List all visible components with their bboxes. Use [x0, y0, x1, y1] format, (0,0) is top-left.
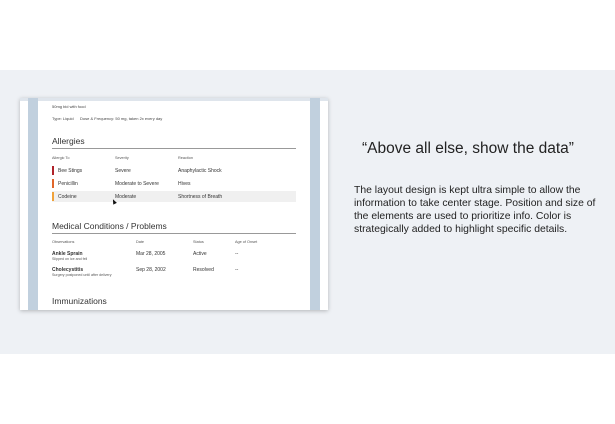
previous-med-instructions: 50mg bid with food [52, 104, 86, 109]
allergy-name: Bee Stings [58, 167, 83, 174]
condition-status: Active [193, 250, 207, 257]
severity-flag-moderate-severe [52, 179, 54, 188]
condition-name: Cholecystitis [52, 266, 84, 273]
allergies-heading: Allergies [52, 136, 85, 146]
condition-name: Ankle Sprain [52, 250, 83, 257]
conditions-rule [52, 233, 296, 234]
allergies-header-severity: Severity [115, 156, 129, 160]
condition-date: Sep 28, 2002 [136, 266, 166, 273]
conditions-header-onset: Age of Onset [235, 240, 258, 244]
severity-flag-moderate [52, 192, 54, 201]
allergies-header-reaction: Reaction [178, 156, 193, 160]
allergies-rule [52, 148, 296, 149]
conditions-header-status: Status [193, 240, 204, 244]
allergy-reaction: Shortness of Breath [178, 193, 223, 200]
conditions-heading: Medical Conditions / Problems [52, 221, 167, 231]
slide-description: The layout design is kept ultra simple t… [354, 185, 596, 235]
allergy-name: Codeine [58, 193, 77, 200]
condition-row[interactable]: Cholecystitis Surgery postponed until af… [52, 264, 296, 280]
condition-note: Slipped on ice and fell [52, 257, 88, 261]
allergy-row[interactable]: Codeine Moderate Shortness of Breath [52, 191, 296, 202]
immunizations-heading: Immunizations [52, 296, 107, 306]
condition-status: Resolved [193, 266, 214, 273]
allergy-name: Penicillin [58, 180, 78, 187]
condition-onset: -- [235, 250, 239, 257]
condition-row[interactable]: Ankle Sprain Slipped on ice and fell Mar… [52, 248, 296, 264]
previous-med-type: Type: Liquid [52, 116, 74, 121]
previous-med-dose: Dose & Frequency: 50 mg, taken 2x every … [80, 116, 163, 121]
severity-flag-severe [52, 166, 54, 175]
allergy-reaction: Anaphylactic Shock [178, 167, 222, 174]
left-rail [28, 98, 38, 310]
allergies-header-allergen: Allergic To [52, 156, 70, 160]
allergy-severity: Severe [115, 167, 131, 174]
conditions-header-observations: Observations [52, 240, 75, 244]
health-record-screenshot: 50mg bid with food Type: Liquid Dose & F… [20, 98, 328, 310]
allergy-reaction: Hives [178, 180, 191, 187]
allergy-row[interactable]: Bee Stings Severe Anaphylactic Shock [52, 165, 296, 176]
condition-date: Mar 28, 2005 [136, 250, 166, 257]
allergy-severity: Moderate [115, 193, 137, 200]
condition-onset: -- [235, 266, 239, 273]
right-rail [310, 98, 320, 310]
allergy-row[interactable]: Penicillin Moderate to Severe Hives [52, 178, 296, 189]
condition-note: Surgery postponed until after delivery [52, 273, 112, 277]
record-document: 50mg bid with food Type: Liquid Dose & F… [38, 98, 310, 310]
slide-quote: “Above all else, show the data” [362, 140, 574, 157]
allergy-severity: Moderate to Severe [115, 180, 159, 187]
conditions-header-date: Date [136, 240, 145, 244]
